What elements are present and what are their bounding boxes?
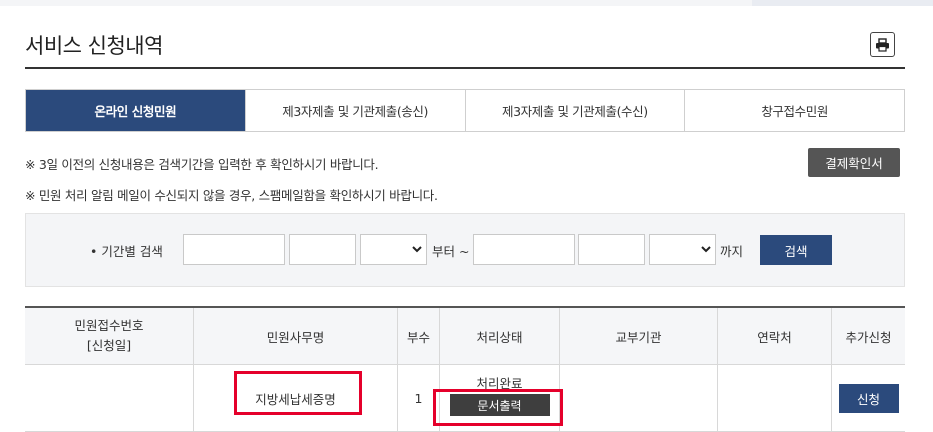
chevron-down-icon (701, 246, 711, 253)
tab-counter-requests[interactable]: 창구접수민원 (684, 90, 904, 131)
highlight-print-button (433, 389, 563, 426)
print-button[interactable] (870, 32, 895, 57)
table-header: 민원접수번호 [신청일] 민원사무명 부수 처리상태 교부기관 연락처 추가신청 (25, 308, 905, 365)
search-button[interactable]: 검색 (760, 235, 832, 265)
tab-third-party-received[interactable]: 제3자제출 및 기관제출(수신) (464, 90, 685, 131)
end-day-select[interactable] (649, 234, 716, 265)
cell-issuing-agency (559, 365, 717, 431)
header-service-name: 민원사무명 (193, 308, 397, 364)
notice-search-period: ※ 3일 이전의 신청내용은 검색기간을 입력한 후 확인하시기 바랍니다. (25, 157, 379, 172)
header-receipt-no: 민원접수번호 [신청일] (25, 308, 193, 364)
start-month-input[interactable] (289, 234, 356, 265)
search-period-label: • 기간별 검색 (90, 244, 163, 259)
header-status: 처리상태 (439, 308, 559, 364)
notice-spam-mail: ※ 민원 처리 알림 메일이 수신되지 않을 경우, 스팸메일함을 확인하시기 … (25, 188, 438, 203)
payment-receipt-button[interactable]: 결제확인서 (808, 148, 900, 177)
cell-contact (717, 365, 831, 431)
cell-receipt-no (25, 365, 193, 431)
header-contact: 연락처 (717, 308, 831, 364)
start-day-select[interactable] (360, 234, 427, 265)
highlight-service-name (234, 371, 362, 415)
header-receipt-no-label: 민원접수번호 (74, 318, 144, 333)
from-suffix: 부터 ~ (432, 244, 470, 259)
page-title: 서비스 신청내역 (25, 34, 163, 58)
apply-button[interactable]: 신청 (838, 383, 899, 413)
printer-icon (876, 37, 889, 52)
top-ghost-bar (752, 0, 933, 6)
header-issuing-agency: 교부기관 (559, 308, 717, 364)
header-extra-apply: 추가신청 (831, 308, 905, 364)
tab-third-party-sent[interactable]: 제3자제출 및 기관제출(송신) (244, 90, 465, 131)
end-month-input[interactable] (578, 234, 645, 265)
service-tabs: 온라인 신청민원 제3자제출 및 기관제출(송신) 제3자제출 및 기관제출(수… (25, 89, 905, 132)
to-suffix: 까지 (720, 244, 744, 259)
chevron-down-icon (412, 246, 422, 253)
tab-online-requests[interactable]: 온라인 신청민원 (26, 90, 245, 131)
cell-extra-apply: 신청 (831, 365, 905, 431)
header-apply-date-label: [신청일] (86, 338, 132, 353)
end-year-input[interactable] (473, 234, 575, 265)
header-copies: 부수 (397, 308, 439, 364)
title-divider (25, 67, 905, 69)
start-year-input[interactable] (183, 234, 285, 265)
